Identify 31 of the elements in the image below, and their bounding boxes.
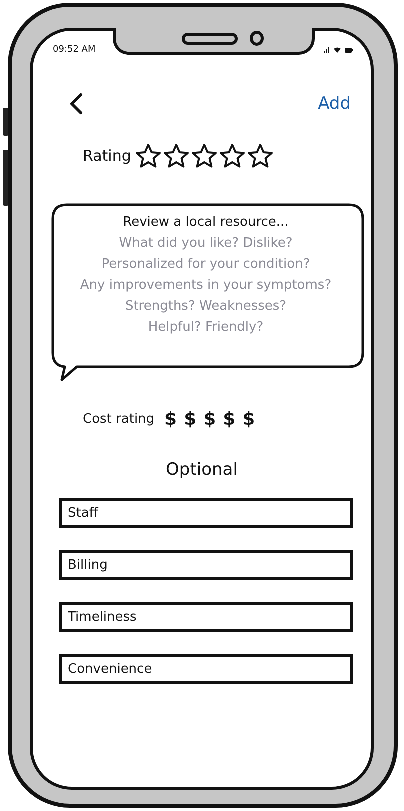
prompt-title: Review a local resource... — [123, 215, 289, 230]
star-icon[interactable] — [135, 143, 162, 169]
rating-label: Rating — [83, 147, 132, 165]
prompt-question: What did you like? Dislike? — [119, 236, 293, 251]
prompt-question: Helpful? Friendly? — [148, 320, 264, 335]
cost-level[interactable]: $ — [204, 409, 216, 430]
cost-level[interactable]: $ — [223, 409, 236, 430]
star-icon[interactable] — [247, 143, 274, 169]
speaker-grille — [182, 33, 238, 45]
back-button[interactable] — [69, 93, 83, 115]
status-time: 09:52 AM — [53, 45, 96, 55]
cost-rating-label: Cost rating — [83, 412, 155, 427]
input-field[interactable]: Convenience — [59, 654, 353, 684]
prompt-question: Personalized for your condition? — [102, 257, 310, 272]
star-icon[interactable] — [191, 143, 218, 169]
wifi-icon — [334, 47, 341, 53]
star-icon[interactable] — [163, 143, 190, 169]
section-heading: Optional — [166, 460, 238, 480]
cost-level[interactable]: $ — [164, 409, 178, 430]
camera-lens — [250, 31, 264, 46]
prompt-question: Any improvements in your symptoms? — [80, 278, 332, 293]
signal-icon — [324, 47, 330, 53]
cost-level[interactable]: $ — [184, 409, 197, 430]
add-button[interactable]: Add — [318, 94, 351, 114]
input-field[interactable]: Billing — [59, 550, 353, 580]
input-field[interactable]: Timeliness — [59, 602, 353, 632]
star-icon[interactable] — [219, 143, 246, 169]
input-field[interactable]: Staff — [59, 498, 353, 528]
cost-level[interactable]: $ — [242, 409, 256, 430]
battery-icon — [345, 48, 353, 52]
prompt-question: Strengths? Weaknesses? — [125, 299, 287, 314]
